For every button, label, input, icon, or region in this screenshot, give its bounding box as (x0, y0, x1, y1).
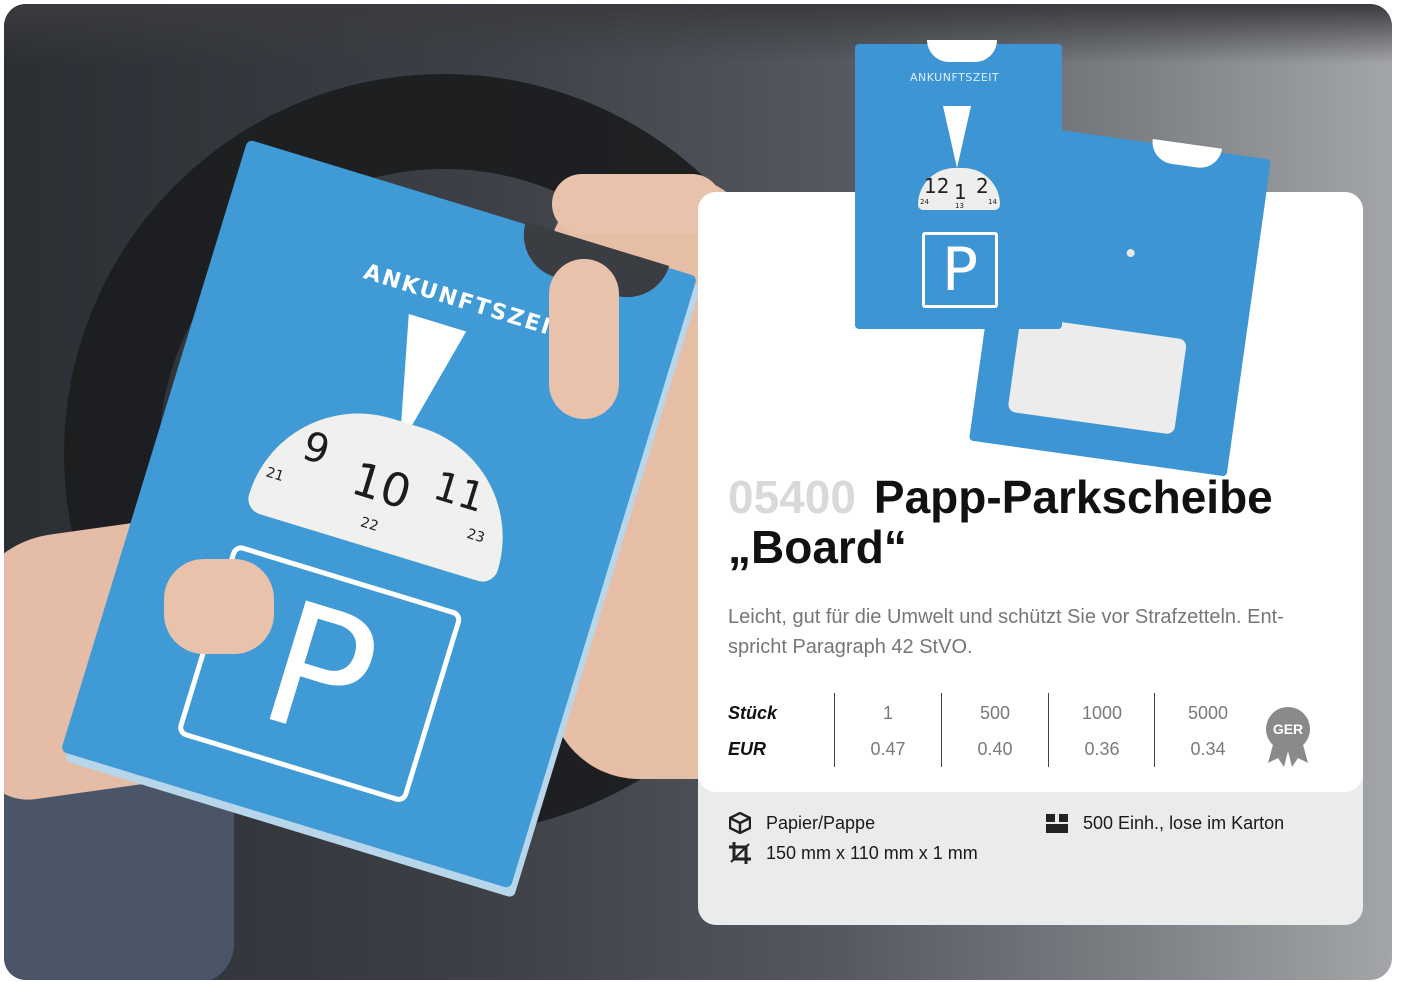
tier-price: 0.34 (1190, 739, 1226, 759)
disc-write-field (1007, 316, 1188, 435)
material-text: Papier/Pappe (766, 812, 876, 833)
dial-number: 10 (345, 451, 418, 520)
price-tier: 1 0.47 (834, 693, 941, 767)
tier-quantity: 5000 (1187, 703, 1229, 723)
disc-hole (1126, 248, 1136, 258)
dial-small-number: 24 (920, 198, 929, 206)
attribute-dimensions: 150 mm x 110 mm x 1 mm (728, 842, 978, 864)
dial-small-number: 13 (955, 202, 964, 210)
parking-sign: P (922, 232, 998, 308)
product-description: Leicht, gut für die Umwelt und schützt S… (728, 606, 1284, 658)
tier-price: 0.36 (1084, 739, 1120, 759)
box-icon (728, 812, 752, 834)
finger (549, 259, 619, 419)
price-tier: 500 0.40 (941, 693, 1048, 767)
product-title-block: 05400 Papp-Parkscheibe „Board“ (728, 472, 1348, 572)
disc-label: ANKUNFTSZEIT (910, 71, 1000, 84)
dial-small-number: 21 (263, 464, 286, 486)
crop-icon (728, 842, 752, 864)
disc-notch (927, 40, 997, 62)
product-number: 05400 (728, 471, 856, 523)
disc-dial: 12 1 2 24 13 14 (918, 168, 1000, 210)
attribute-material: Papier/Pappe (728, 812, 875, 834)
dimensions-text: 150 mm x 110 mm x 1 mm (766, 842, 978, 863)
price-tier: 5000 0.34 (1154, 693, 1261, 767)
disc-pointer (943, 106, 971, 168)
dial-number: 11 (428, 463, 491, 522)
disc-label: ANKUNFTSZEIT (360, 259, 572, 346)
rosette-icon: GER (1266, 707, 1310, 767)
dial-small-number: 22 (358, 514, 381, 535)
product-image-front: ANKUNFTSZEIT 12 1 2 24 13 14 P (855, 40, 1062, 329)
dial-number: 2 (976, 174, 989, 198)
tier-quantity: 500 (979, 703, 1011, 723)
attribute-packaging: 500 Einh., lose im Karton (1045, 812, 1284, 834)
origin-badge-text: GER (1273, 721, 1303, 737)
carton-icon (1045, 812, 1069, 834)
dial-number: 9 (297, 423, 335, 475)
finger (552, 174, 722, 234)
finger (164, 559, 274, 654)
tier-price: 0.40 (977, 739, 1013, 759)
price-tier: 1000 0.36 (1048, 693, 1155, 767)
quantity-label: Stück (728, 703, 778, 723)
dial-number: 1 (954, 180, 967, 204)
currency-label: EUR (728, 739, 767, 759)
tier-quantity: 1 (882, 703, 893, 723)
dial-number: 12 (924, 174, 950, 198)
tier-quantity: 1000 (1081, 703, 1123, 723)
packaging-text: 500 Einh., lose im Karton (1083, 812, 1285, 833)
dashboard (4, 4, 1392, 64)
dial-small-number: 14 (988, 198, 997, 206)
tier-price: 0.47 (870, 739, 906, 759)
dial-small-number: 23 (464, 525, 487, 547)
